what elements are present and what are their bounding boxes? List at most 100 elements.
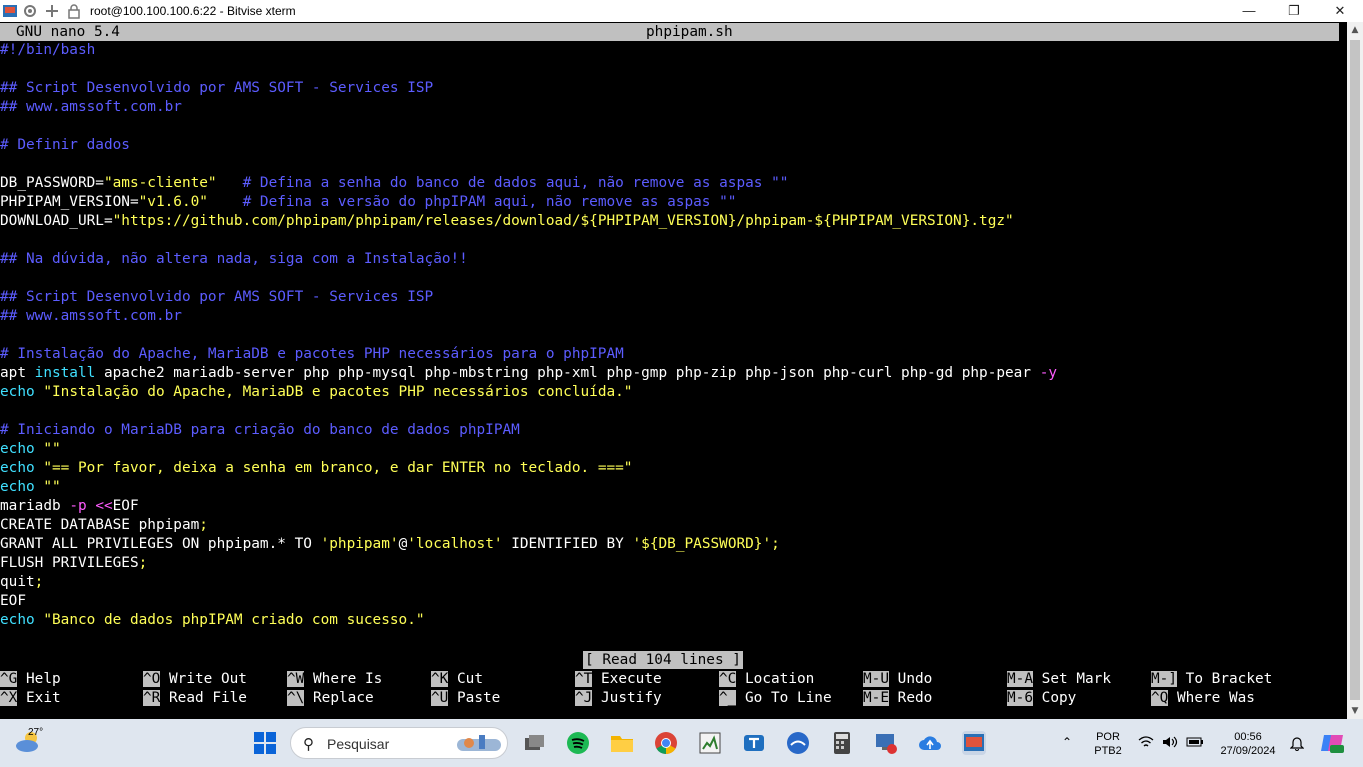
window-titlebar[interactable]: root@100.100.100.6:22 - Bitvise xterm — … bbox=[0, 0, 1363, 22]
scrollbar-thumb[interactable] bbox=[1350, 40, 1360, 700]
shortcut-label: Write Out bbox=[169, 671, 247, 687]
shortcut-key: M-] bbox=[1151, 671, 1177, 687]
shortcut-item: M-E Redo bbox=[863, 689, 932, 708]
shortcut-key: ^K bbox=[431, 671, 449, 687]
shortcut-label: Help bbox=[26, 671, 61, 687]
vpn-icon[interactable] bbox=[786, 731, 810, 755]
close-icon[interactable]: ✕ bbox=[1317, 0, 1363, 22]
shortcut-label: Set Mark bbox=[1041, 671, 1111, 687]
code-token: # Definir dados bbox=[0, 137, 130, 153]
shortcut-item: ^W Where Is bbox=[287, 670, 382, 689]
code-token: # Defina a senha do banco de dados aqui,… bbox=[242, 175, 789, 191]
restore-icon[interactable]: ❐ bbox=[1271, 0, 1317, 22]
code-line: # Definir dados bbox=[0, 136, 130, 155]
terminal-area[interactable]: #!/bin/bash ## Script Desenvolvido por AM… bbox=[0, 22, 1347, 719]
language-indicator[interactable]: POR PTB2 bbox=[1092, 730, 1124, 758]
lock-icon[interactable] bbox=[66, 3, 82, 19]
code-token: "ams-cliente" bbox=[103, 175, 217, 191]
code-token: echo bbox=[0, 384, 35, 400]
code-token: "Banco de dados phpIPAM criado com suces… bbox=[43, 612, 425, 628]
clock[interactable]: 00:56 27/09/2024 bbox=[1215, 730, 1281, 758]
code-token: PHPIPAM_VERSION= bbox=[0, 194, 139, 210]
code-token: "" bbox=[43, 441, 61, 457]
chevron-up-icon[interactable]: ⌃ bbox=[1062, 735, 1072, 749]
plus-icon[interactable] bbox=[44, 3, 60, 19]
wifi-icon[interactable] bbox=[1138, 735, 1154, 753]
shortcut-label: Paste bbox=[457, 690, 501, 706]
shortcut-label: Where Is bbox=[313, 671, 383, 687]
shortcut-key: ^U bbox=[431, 690, 449, 706]
minimize-icon[interactable]: — bbox=[1226, 0, 1272, 22]
code-token: ## www.amssoft.com.br bbox=[0, 99, 182, 115]
code-token: ## Script Desenvolvido por AMS SOFT - Se… bbox=[0, 80, 434, 96]
shortcut-item: ^R Read File bbox=[143, 689, 247, 708]
file-explorer-icon[interactable] bbox=[610, 731, 634, 755]
shortcut-key: ^\ bbox=[287, 690, 305, 706]
code-line: EOF bbox=[0, 592, 26, 611]
language-label: POR bbox=[1096, 731, 1120, 743]
start-icon[interactable] bbox=[253, 731, 277, 755]
battery-icon[interactable] bbox=[1186, 736, 1204, 752]
code-token: DOWNLOAD_URL= bbox=[0, 213, 113, 229]
bitvise-icon[interactable] bbox=[2, 3, 18, 19]
shortcut-item: ^\ Replace bbox=[287, 689, 374, 708]
code-token: apt bbox=[0, 365, 35, 381]
spotify-icon[interactable] bbox=[566, 731, 590, 755]
copilot-icon[interactable] bbox=[1320, 731, 1344, 759]
weather-widget[interactable]: 27° bbox=[14, 727, 50, 757]
code-token: ; bbox=[771, 536, 780, 552]
teams-icon[interactable] bbox=[742, 731, 766, 755]
code-token: GRANT ALL PRIVILEGES ON phpipam.* TO bbox=[0, 536, 321, 552]
code-token: ## www.amssoft.com.br bbox=[0, 308, 182, 324]
code-line: echo "Banco de dados phpIPAM criado com … bbox=[0, 611, 425, 630]
network-app-icon[interactable] bbox=[874, 731, 898, 755]
code-token: ; bbox=[199, 517, 208, 533]
search-box[interactable]: ⚲ Pesquisar bbox=[290, 727, 508, 759]
gear-icon[interactable] bbox=[22, 3, 38, 19]
scroll-up-icon[interactable]: ▲ bbox=[1347, 22, 1363, 38]
shortcut-key: ^R bbox=[143, 690, 161, 706]
scrollbar[interactable]: ▲ ▼ bbox=[1347, 22, 1363, 719]
code-token: CREATE DATABASE phpipam bbox=[0, 517, 200, 533]
code-token: apache2 mariadb-server php php-mysql php… bbox=[95, 365, 1040, 381]
code-token: # Instalação do Apache, MariaDB e pacote… bbox=[0, 346, 624, 362]
shortcut-label: Redo bbox=[897, 690, 933, 706]
scroll-down-icon[interactable]: ▼ bbox=[1347, 703, 1363, 719]
code-token: echo bbox=[0, 479, 35, 495]
code-line: CREATE DATABASE phpipam; bbox=[0, 516, 208, 535]
window-title: root@100.100.100.6:22 - Bitvise xterm bbox=[90, 4, 296, 18]
shortcut-label: Where Was bbox=[1177, 690, 1255, 706]
shortcut-key: ^T bbox=[575, 671, 593, 687]
shortcut-item: M-] To Bracket bbox=[1151, 670, 1272, 689]
calculator-icon[interactable] bbox=[830, 731, 854, 755]
volume-icon[interactable] bbox=[1162, 735, 1178, 753]
task-view-icon[interactable] bbox=[522, 731, 546, 755]
code-line: GRANT ALL PRIVILEGES ON phpipam.* TO 'ph… bbox=[0, 535, 780, 554]
widgets-icon[interactable] bbox=[455, 731, 505, 755]
code-token: quit bbox=[0, 574, 35, 590]
shortcut-item: M-6 Copy bbox=[1007, 689, 1076, 708]
shortcut-key: ^_ bbox=[719, 690, 737, 706]
code-token: "== Por favor, deixa a senha em branco, … bbox=[43, 460, 633, 476]
shortcut-label: Undo bbox=[897, 671, 933, 687]
shortcut-key: M-A bbox=[1007, 671, 1033, 687]
nano-version: GNU nano 5.4 bbox=[16, 24, 120, 40]
chrome-icon[interactable] bbox=[654, 731, 678, 755]
shortcut-label: Execute bbox=[601, 671, 662, 687]
shortcut-label: Copy bbox=[1041, 690, 1077, 706]
winbox-icon[interactable] bbox=[698, 731, 722, 755]
code-line: ## Script Desenvolvido por AMS SOFT - Se… bbox=[0, 79, 433, 98]
code-token: echo bbox=[0, 441, 35, 457]
bitvise-icon[interactable] bbox=[962, 731, 986, 755]
code-line: PHPIPAM_VERSION="v1.6.0" # Defina a vers… bbox=[0, 193, 736, 212]
clock-date: 27/09/2024 bbox=[1220, 745, 1276, 757]
code-line: FLUSH PRIVILEGES; bbox=[0, 554, 147, 573]
shortcut-item: M-A Set Mark bbox=[1007, 670, 1111, 689]
nano-filename: phpipam.sh bbox=[646, 24, 733, 40]
code-line: # Iniciando o MariaDB para criação do ba… bbox=[0, 421, 520, 440]
cloud-icon[interactable] bbox=[918, 731, 942, 755]
shortcut-label: Replace bbox=[313, 690, 374, 706]
shortcut-item: ^G Help bbox=[0, 670, 61, 689]
notification-bell-icon[interactable] bbox=[1289, 735, 1305, 755]
code-token: EOF bbox=[112, 498, 139, 514]
